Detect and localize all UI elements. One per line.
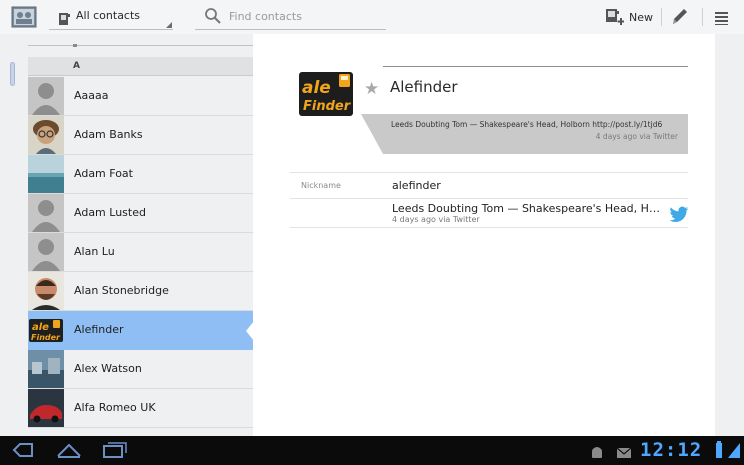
svg-text:ale: ale: [32, 322, 49, 333]
spinner-arrow-icon: [166, 22, 172, 28]
social-status-line[interactable]: Leeds Doubting Tom — Shakespeare's Head,…: [392, 202, 662, 215]
contact-row-alan-lu[interactable]: Alan Lu: [28, 233, 253, 272]
contact-row-alex-watson[interactable]: Alex Watson: [28, 350, 253, 389]
logo-text-bottom: Finder: [303, 99, 352, 114]
action-bar: All contacts New: [0, 0, 744, 34]
wifi-icon: [714, 441, 724, 463]
overflow-menu-button[interactable]: [708, 4, 734, 30]
contact-detail-panel: ale Finder ★ Alefinder Leeds Doubting To…: [253, 34, 715, 436]
field-divider: [290, 227, 688, 228]
add-contact-icon: [606, 9, 624, 29]
favorite-star-icon[interactable]: ★: [364, 79, 379, 99]
status-update-bubble: Leeds Doubting Tom — Shakespeare's Head,…: [361, 114, 688, 154]
contacts-group-icon: [59, 10, 70, 29]
section-header: A: [28, 57, 253, 76]
avatar: [28, 116, 64, 154]
contact-row-alfa-romeo-uk[interactable]: Alfa Romeo UK: [28, 389, 253, 428]
field-divider: [290, 198, 688, 199]
contact-row-aaaaa[interactable]: Aaaaa: [28, 77, 253, 116]
search-icon: [204, 7, 222, 29]
new-contact-button[interactable]: New: [598, 3, 658, 31]
divider: [702, 8, 703, 26]
list-top-divider: [28, 44, 253, 47]
nickname-value: alefinder: [392, 179, 441, 192]
contact-name: Alan Stonebridge: [74, 284, 169, 297]
avatar: [28, 272, 64, 310]
avatar: [28, 389, 64, 427]
system-nav-bar: 12:12: [0, 436, 744, 465]
logo-text-top: ale: [302, 78, 331, 98]
contact-name: Adam Banks: [74, 128, 143, 141]
contact-name: Alan Lu: [74, 245, 115, 258]
pencil-icon: [673, 9, 687, 24]
contact-row-adam-lusted[interactable]: Adam Lusted: [28, 194, 253, 233]
avatar: [28, 155, 64, 193]
contact-name: Alfa Romeo UK: [74, 401, 156, 414]
nickname-label: Nickname: [301, 181, 341, 190]
contact-photo[interactable]: ale Finder: [299, 72, 353, 116]
contact-name: Alex Watson: [74, 362, 142, 375]
contact-row-alan-stonebridge[interactable]: Alan Stonebridge: [28, 272, 253, 311]
contact-display-name: Alefinder: [390, 78, 458, 96]
battery-icon: [728, 441, 740, 463]
contact-name: Alefinder: [74, 323, 124, 336]
contact-row-alefinder[interactable]: ale Finder Alefinder: [28, 311, 253, 350]
home-icon[interactable]: [56, 441, 82, 463]
contact-filter-spinner[interactable]: All contacts: [49, 4, 173, 30]
divider: [661, 8, 662, 26]
contacts-app-icon[interactable]: [11, 4, 37, 30]
android-debug-icon: [590, 444, 604, 463]
email-notification-icon: [616, 444, 632, 463]
bubble-tail: [361, 114, 383, 154]
avatar: [28, 194, 64, 232]
social-status-meta: 4 days ago via Twitter: [392, 215, 480, 224]
fast-scroll-thumb[interactable]: [10, 62, 15, 86]
avatar: ale Finder: [28, 311, 64, 349]
edit-contact-button[interactable]: [664, 4, 694, 30]
new-label: New: [629, 11, 653, 24]
back-icon[interactable]: [10, 441, 36, 463]
contact-name: Aaaaa: [74, 89, 109, 102]
clock: 12:12: [640, 439, 703, 461]
twitter-icon[interactable]: [669, 206, 689, 226]
search-input[interactable]: [229, 8, 379, 25]
contact-row-adam-banks[interactable]: Adam Banks: [28, 116, 253, 155]
filter-label: All contacts: [76, 9, 141, 22]
status-text: Leeds Doubting Tom — Shakespeare's Head,…: [391, 120, 663, 129]
section-letter: A: [73, 61, 80, 71]
search-box[interactable]: [195, 4, 386, 30]
menu-icon: [715, 12, 728, 25]
avatar: [28, 77, 64, 115]
contact-row-adam-foat[interactable]: Adam Foat: [28, 155, 253, 194]
detail-top-divider: [383, 66, 688, 67]
svg-text:Finder: Finder: [31, 333, 61, 342]
field-divider: [290, 172, 688, 173]
avatar: [28, 350, 64, 388]
contact-name: Adam Lusted: [74, 206, 146, 219]
status-meta: 4 days ago via Twitter: [595, 132, 678, 141]
avatar: [28, 233, 64, 271]
recent-apps-icon[interactable]: [102, 441, 128, 463]
contact-name: Adam Foat: [74, 167, 133, 180]
